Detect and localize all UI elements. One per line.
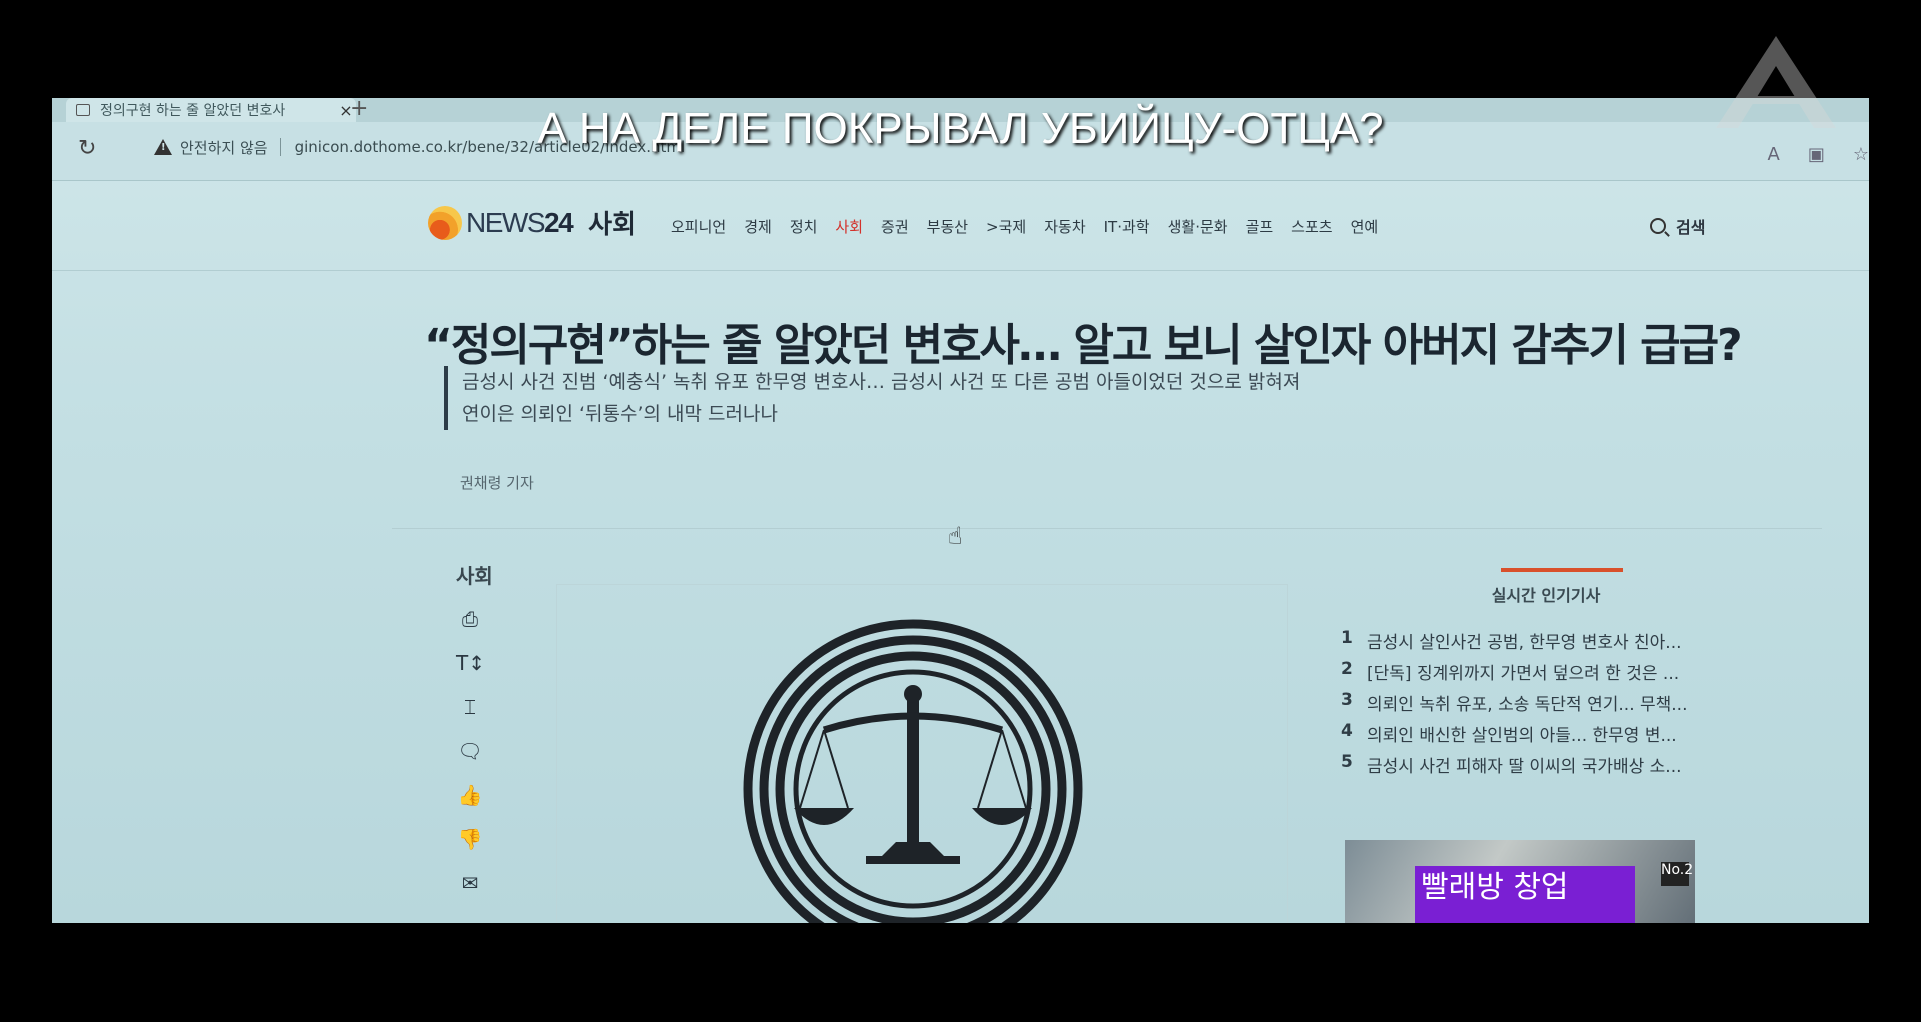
- channel-logo-icon: [1716, 36, 1836, 128]
- rank-number: 5: [1341, 752, 1353, 772]
- main-menu: 오피니언 경제 정치 사회 증권 부동산 >국제 자동차 IT·과학 생활·문화…: [671, 216, 1396, 237]
- popular-link[interactable]: 의뢰인 배신한 살인범의 아들... 한무영 변...: [1367, 721, 1677, 752]
- video-subtitle: А НА ДЕЛЕ ПОКРЫВАЛ УБИЙЦУ-ОТЦА?: [537, 104, 1384, 153]
- byline[interactable]: 권채령 기자: [460, 472, 534, 493]
- popular-link[interactable]: 금성시 살인사건 공범, 한무영 변호사 친아...: [1367, 628, 1682, 659]
- ad-banner[interactable]: 빨래방 창업 No.2: [1345, 840, 1695, 923]
- menu-item-realestate[interactable]: 부동산: [927, 216, 968, 237]
- article-section-label: 사회: [456, 564, 493, 588]
- search-label: 검색: [1676, 218, 1706, 237]
- menu-item-economy[interactable]: 경제: [744, 216, 772, 237]
- popular-link[interactable]: 금성시 사건 피해자 딸 이씨의 국가배상 소...: [1367, 752, 1682, 783]
- email-icon[interactable]: ✉: [456, 870, 484, 896]
- popular-link[interactable]: 의뢰인 녹취 유포, 소송 독단적 연기... 무책...: [1367, 690, 1688, 721]
- menu-item-society[interactable]: 사회: [835, 216, 863, 237]
- menu-item-politics[interactable]: 정치: [790, 216, 818, 237]
- menu-item-stocks[interactable]: 증권: [881, 216, 909, 237]
- logo-text: NEWS24: [466, 206, 574, 238]
- menu-item-life-culture[interactable]: 생활·문화: [1168, 216, 1228, 237]
- rank-number: 2: [1341, 659, 1353, 679]
- comment-icon[interactable]: 🗨: [456, 738, 484, 764]
- popular-list: 1 금성시 살인사건 공범, 한무영 변호사 친아... 2 [단독] 징계위까지 …: [1341, 628, 1751, 783]
- ad-badge: No.2: [1661, 862, 1693, 886]
- divider: [392, 528, 1822, 529]
- popular-accent-bar: [1501, 568, 1623, 572]
- menu-item-cars[interactable]: 자동차: [1044, 216, 1085, 237]
- list-item[interactable]: 1 금성시 살인사건 공범, 한무영 변호사 친아...: [1341, 628, 1751, 659]
- text-format-icon[interactable]: ⌶: [456, 694, 484, 720]
- article-tools: ⎙ T↕ ⌶ 🗨 👍 👎 ✉: [456, 606, 485, 896]
- menu-item-opinion[interactable]: 오피니언: [671, 216, 726, 237]
- list-item[interactable]: 2 [단독] 징계위까지 가면서 덮으려 한 것은 ...: [1341, 659, 1751, 690]
- rank-number: 4: [1341, 721, 1353, 741]
- popular-articles: 실시간 인기기사 1 금성시 살인사건 공범, 한무영 변호사 친아... 2 [단…: [1341, 568, 1751, 783]
- article-headline: “정의구현”하는 줄 알았던 변호사… 알고 보니 살인자 아버지 감추기 급급…: [424, 320, 1743, 372]
- dislike-icon[interactable]: 👎: [456, 826, 484, 852]
- popular-title: 실시간 인기기사: [1491, 586, 1601, 605]
- menu-item-golf[interactable]: 골프: [1246, 216, 1274, 237]
- logo-mark-icon: [428, 205, 462, 240]
- print-icon[interactable]: ⎙: [456, 606, 484, 632]
- font-size-icon[interactable]: T↕: [456, 650, 485, 676]
- list-item[interactable]: 4 의뢰인 배신한 살인범의 아들... 한무영 변...: [1341, 721, 1751, 752]
- search-icon: [1650, 218, 1666, 234]
- subhead-line: 금성시 사건 진범 ‘예충식’ 녹취 유포 한무영 변호사… 금성시 사건 또 …: [462, 371, 1301, 393]
- menu-item-international[interactable]: >국제: [986, 216, 1026, 237]
- rank-number: 3: [1341, 690, 1353, 710]
- list-item[interactable]: 5 금성시 사건 피해자 딸 이씨의 국가배상 소...: [1341, 752, 1751, 783]
- popular-link[interactable]: [단독] 징계위까지 가면서 덮으려 한 것은 ...: [1367, 659, 1679, 690]
- site-logo[interactable]: NEWS24 사회: [428, 204, 636, 241]
- browser-screen: 정의구현 하는 줄 알았던 변호사 × + ↻ 안전하지 않음 ginicon.…: [52, 98, 1869, 923]
- menu-item-sports[interactable]: 스포츠: [1291, 216, 1332, 237]
- menu-item-entertainment[interactable]: 연예: [1351, 216, 1379, 237]
- hand-cursor-icon: ☝: [948, 522, 963, 550]
- article-subhead: 금성시 사건 진범 ‘예충식’ 녹취 유포 한무영 변호사… 금성시 사건 또 …: [444, 366, 1300, 430]
- subhead-line: 연이은 의뢰인 ‘뒤통수’의 내막 드러나나: [462, 403, 778, 425]
- list-item[interactable]: 3 의뢰인 녹취 유포, 소송 독단적 연기... 무책...: [1341, 690, 1751, 721]
- site-header: NEWS24 사회 오피니언 경제 정치 사회 증권 부동산 >국제 자동차 I…: [52, 180, 1869, 271]
- search-button[interactable]: 검색: [1650, 214, 1705, 238]
- ad-text: 빨래방 창업: [1421, 870, 1569, 905]
- menu-item-it-science[interactable]: IT·과학: [1104, 216, 1150, 237]
- section-name: 사회: [588, 210, 636, 240]
- rank-number: 1: [1341, 628, 1353, 648]
- like-icon[interactable]: 👍: [456, 782, 484, 808]
- scales-of-justice-icon: [743, 619, 1083, 923]
